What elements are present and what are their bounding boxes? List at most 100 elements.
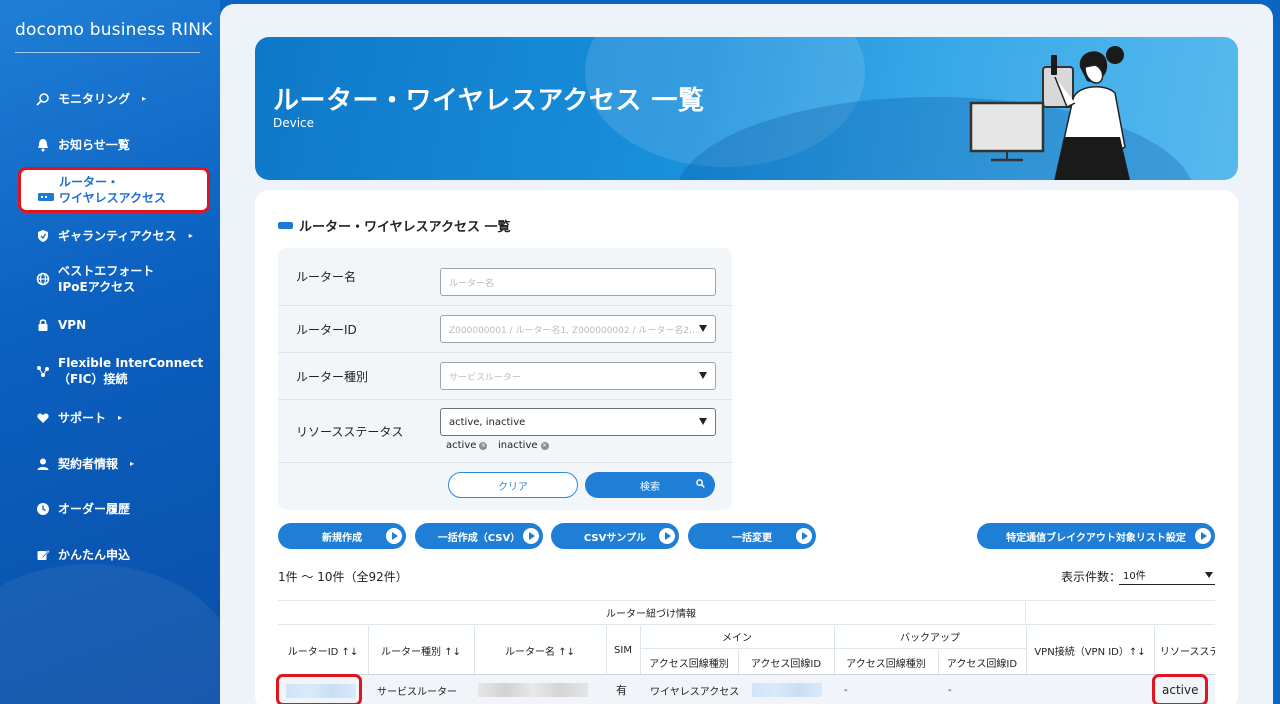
sidebar-item-monitoring[interactable]: モニタリング ▸: [36, 90, 146, 107]
sidebar-item-label: サポート: [58, 411, 107, 425]
sidebar-item-label: ルーター・ ワイヤレスアクセス: [59, 175, 167, 205]
sidebar-item-guaranteed-access[interactable]: ギャランティアクセス ▸: [36, 227, 193, 244]
search-button[interactable]: 検索: [585, 472, 715, 498]
router-id-select[interactable]: Z000000001 / ルーター名1, Z000000002 / ルーター名2…: [440, 315, 716, 343]
router-name-input[interactable]: ルーター名: [440, 268, 716, 296]
bulk-change-button[interactable]: 一括変更: [688, 523, 816, 549]
status-chip-inactive[interactable]: inactive ×: [498, 440, 549, 451]
lock-icon: [36, 318, 50, 332]
column-header-vpn[interactable]: VPN接続（VPN ID）↑↓: [1026, 626, 1154, 674]
backup-access-type-cell: -: [844, 684, 848, 696]
highlight-router-id: [276, 674, 362, 704]
sidebar: docomo business RINK モニタリング ▸ お知らせ一覧 ルータ…: [0, 0, 220, 704]
main-access-id-link[interactable]: [752, 683, 822, 697]
section-heading: ルーター・ワイヤレスアクセス 一覧: [278, 216, 511, 235]
router-id-label: ルーターID: [296, 322, 357, 337]
main-header: メイン: [722, 632, 752, 644]
page-title: ルーター・ワイヤレスアクセス 一覧: [273, 86, 705, 116]
person-icon: [36, 457, 50, 471]
close-icon[interactable]: ×: [479, 441, 488, 450]
sidebar-item-order-history[interactable]: オーダー履歴: [36, 500, 130, 517]
router-table: ルーター紐づけ情報 メイン バックアップ ルーターID ↑↓ ルーター種別 ↑↓…: [276, 600, 1215, 704]
status-chip-active[interactable]: active ×: [446, 440, 488, 451]
sidebar-item-notices[interactable]: お知らせ一覧: [36, 136, 130, 153]
backup-header: バックアップ: [900, 632, 960, 644]
group-header-router-link: ルーター紐づけ情報: [606, 608, 696, 620]
new-create-button[interactable]: 新規作成: [278, 523, 406, 549]
column-header-backup-access-id: アクセス回線ID: [946, 658, 1018, 670]
chevron-down-icon: [699, 325, 707, 332]
monitoring-icon: [36, 92, 50, 106]
router-name-cell: [478, 683, 588, 697]
backup-access-id-cell: -: [948, 684, 952, 696]
per-page-label: 表示件数：: [1061, 570, 1122, 584]
hero-illustration: [969, 46, 1130, 180]
filter-row-router-id: ルーターID Z000000001 / ルーター名1, Z000000002 /…: [278, 306, 732, 353]
router-icon: [278, 222, 293, 229]
brand-divider: [15, 52, 200, 53]
chevron-down-icon: [699, 372, 707, 379]
chevron-right-icon: ▸: [130, 459, 135, 468]
edit-icon: [36, 548, 50, 562]
breakout-list-settings-button[interactable]: 特定通信ブレイクアウト対象リスト設定: [977, 523, 1215, 549]
sidebar-item-fic[interactable]: Flexible InterConnect （FIC）接続: [36, 355, 203, 387]
column-header-router-type[interactable]: ルーター種別 ↑↓: [368, 626, 474, 674]
resource-status-select[interactable]: active, inactive: [440, 408, 716, 436]
csv-sample-button[interactable]: CSVサンプル: [551, 523, 679, 549]
support-heart-icon: [36, 411, 50, 425]
main-access-type-cell: ワイヤレスアクセス: [650, 686, 740, 698]
sidebar-item-support[interactable]: サポート ▸: [36, 409, 122, 426]
result-count: 1件 〜 10件（全92件）: [278, 570, 408, 584]
bell-icon: [36, 138, 50, 152]
column-header-resource-status[interactable]: リソースステ: [1154, 626, 1215, 674]
chevron-right-icon: ▸: [142, 94, 147, 103]
column-header-sim: SIM: [614, 644, 632, 656]
network-icon: [36, 364, 50, 378]
column-header-main-access-id: アクセス回線ID: [750, 658, 822, 670]
router-type-label: ルーター種別: [296, 369, 369, 384]
sidebar-item-easy-apply[interactable]: かんたん申込: [36, 546, 130, 563]
router-type-select[interactable]: サービスルーター: [440, 362, 716, 390]
content-background: ルーター・ワイヤレスアクセス 一覧 Device ルーター・ワイヤレスアクセス …: [220, 4, 1273, 704]
sidebar-item-label: VPN: [58, 318, 87, 332]
chevron-down-icon: [1205, 572, 1213, 578]
sim-cell: 有: [616, 684, 627, 697]
page-header-banner: ルーター・ワイヤレスアクセス 一覧 Device: [255, 37, 1238, 180]
arrow-right-icon: [796, 528, 812, 544]
content-panel: ルーター・ワイヤレスアクセス 一覧 ルーター名 ルーター名 ルーターID Z00…: [255, 190, 1238, 704]
filter-panel: ルーター名 ルーター名 ルーターID Z000000001 / ルーター名1, …: [278, 248, 732, 510]
sidebar-item-label: ギャランティアクセス: [58, 229, 177, 243]
brand-logo: docomo business RINK: [15, 20, 213, 40]
chevron-right-icon: ▸: [118, 413, 123, 422]
filter-row-router-name: ルーター名 ルーター名: [278, 248, 732, 306]
sidebar-item-contractor[interactable]: 契約者情報 ▸: [36, 455, 134, 472]
search-icon: [696, 479, 705, 491]
column-header-router-id[interactable]: ルーターID ↑↓: [278, 626, 368, 674]
clock-icon: [36, 502, 50, 516]
sidebar-item-vpn[interactable]: VPN: [36, 318, 86, 332]
bulk-create-csv-button[interactable]: 一括作成（CSV）: [415, 523, 543, 549]
close-icon[interactable]: ×: [540, 441, 549, 450]
chevron-down-icon: [699, 418, 707, 425]
router-type-cell: サービスルーター: [377, 686, 457, 698]
table-row: サービスルーター 有 ワイヤレスアクセス - - active: [276, 674, 1215, 704]
shield-icon: [36, 229, 50, 243]
clear-button[interactable]: クリア: [448, 472, 578, 498]
column-header-main-access-type: アクセス回線種別: [649, 658, 729, 670]
sidebar-item-label: かんたん申込: [58, 548, 131, 562]
sidebar-item-router-wireless[interactable]: ルーター・ ワイヤレスアクセス: [18, 167, 210, 213]
main-area: ルーター・ワイヤレスアクセス 一覧 Device ルーター・ワイヤレスアクセス …: [220, 0, 1280, 704]
sidebar-item-label: 契約者情報: [58, 457, 119, 471]
router-name-label: ルーター名: [296, 270, 357, 284]
page-subtitle: Device: [273, 116, 315, 130]
sidebar-item-label: Flexible InterConnect （FIC）接続: [58, 356, 204, 386]
per-page-select[interactable]: 10件: [1119, 565, 1215, 585]
arrow-right-icon: [659, 528, 675, 544]
column-header-router-name[interactable]: ルーター名 ↑↓: [474, 626, 606, 674]
arrow-right-icon: [1195, 528, 1211, 544]
filter-row-router-type: ルーター種別 サービスルーター: [278, 353, 732, 400]
sidebar-item-label: お知らせ一覧: [58, 138, 130, 152]
highlight-status: [1152, 674, 1208, 704]
sidebar-item-label: モニタリング: [58, 92, 131, 106]
sidebar-item-best-effort-ipoe[interactable]: ベストエフォート IPoEアクセス: [36, 263, 154, 295]
